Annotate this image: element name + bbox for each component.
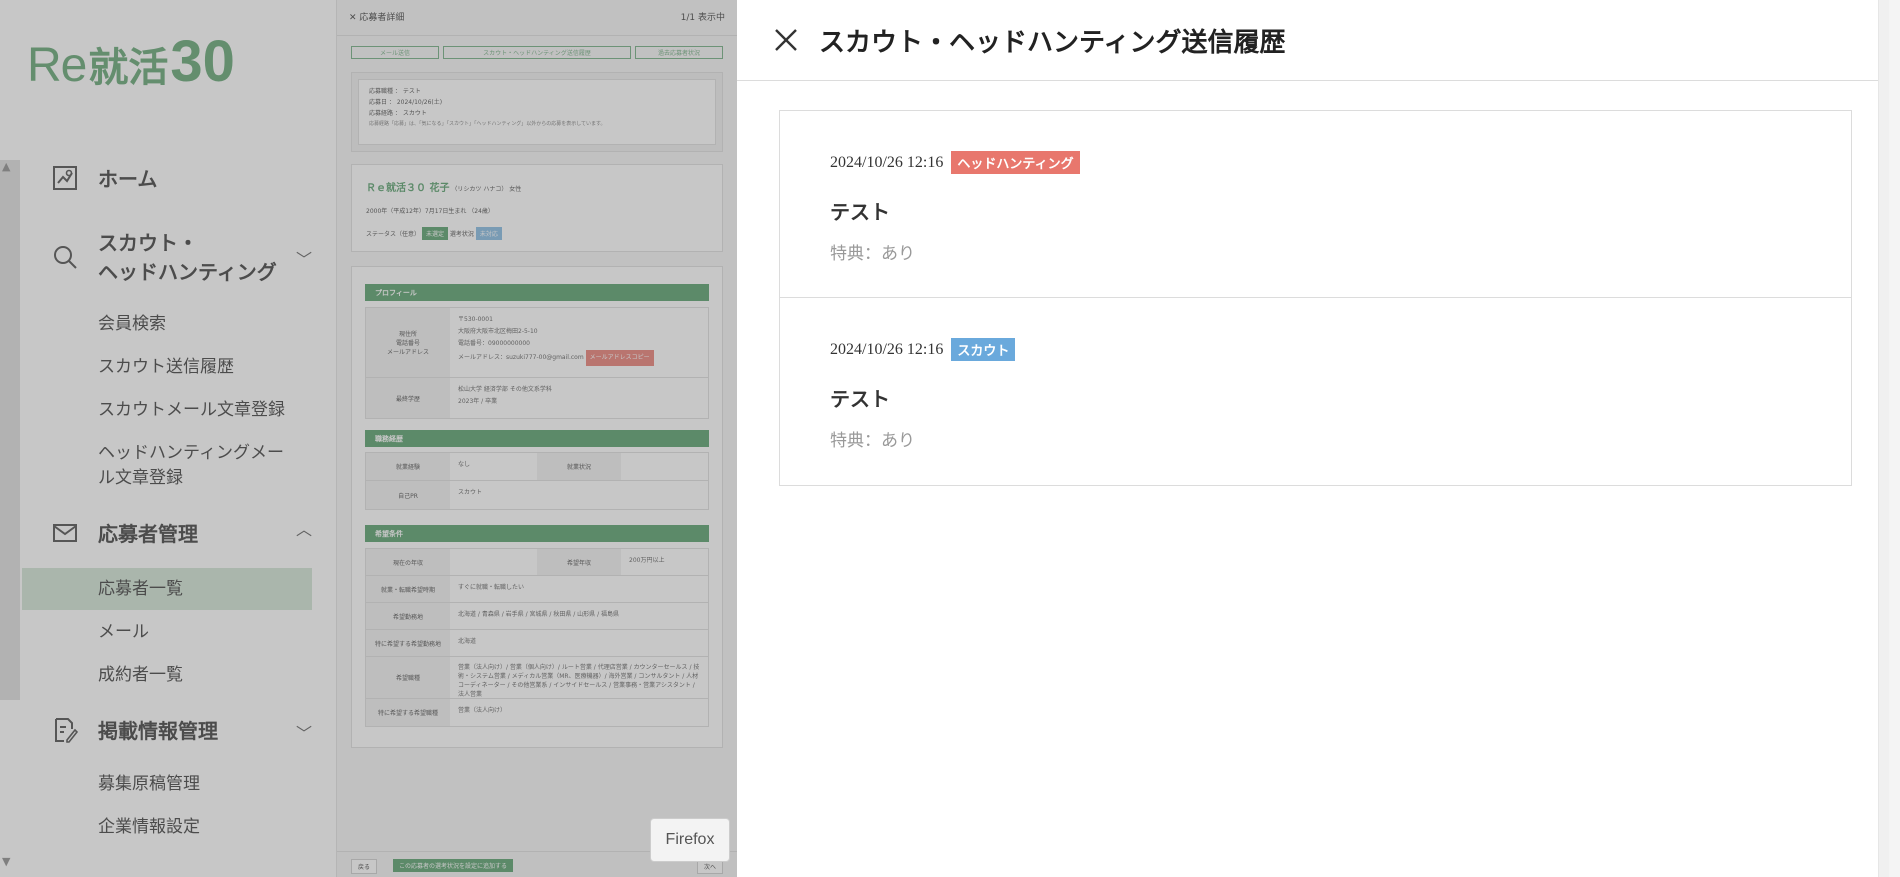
type-badge: ヘッドハンティング (951, 151, 1080, 174)
sent-date: 2024/10/26 12:16 (830, 153, 944, 171)
panel-header: スカウト・ヘッドハンティング送信履歴 (737, 0, 1889, 81)
job-title: テスト (830, 200, 890, 224)
browser-tooltip: Firefox (650, 818, 730, 862)
perk-text: 特典：あり (830, 244, 915, 264)
list-item: 2024/10/26 12:16 スカウト テスト 特典：あり (780, 298, 1851, 485)
list-item: 2024/10/26 12:16 ヘッドハンティング テスト 特典：あり (780, 111, 1851, 298)
perk-text: 特典：あり (830, 431, 915, 451)
type-badge: スカウト (951, 338, 1016, 361)
history-list: 2024/10/26 12:16 ヘッドハンティング テスト 特典：あり 202… (779, 110, 1852, 486)
panel-title: スカウト・ヘッドハンティング送信履歴 (819, 27, 1286, 58)
sent-date: 2024/10/26 12:16 (830, 340, 944, 358)
modal-backdrop[interactable] (0, 0, 737, 877)
job-title: テスト (830, 387, 890, 411)
close-icon[interactable] (773, 27, 799, 53)
send-history-panel: スカウト・ヘッドハンティング送信履歴 2024/10/26 12:16 ヘッドハ… (737, 0, 1889, 877)
panel-scrollbar[interactable] (1878, 0, 1889, 877)
